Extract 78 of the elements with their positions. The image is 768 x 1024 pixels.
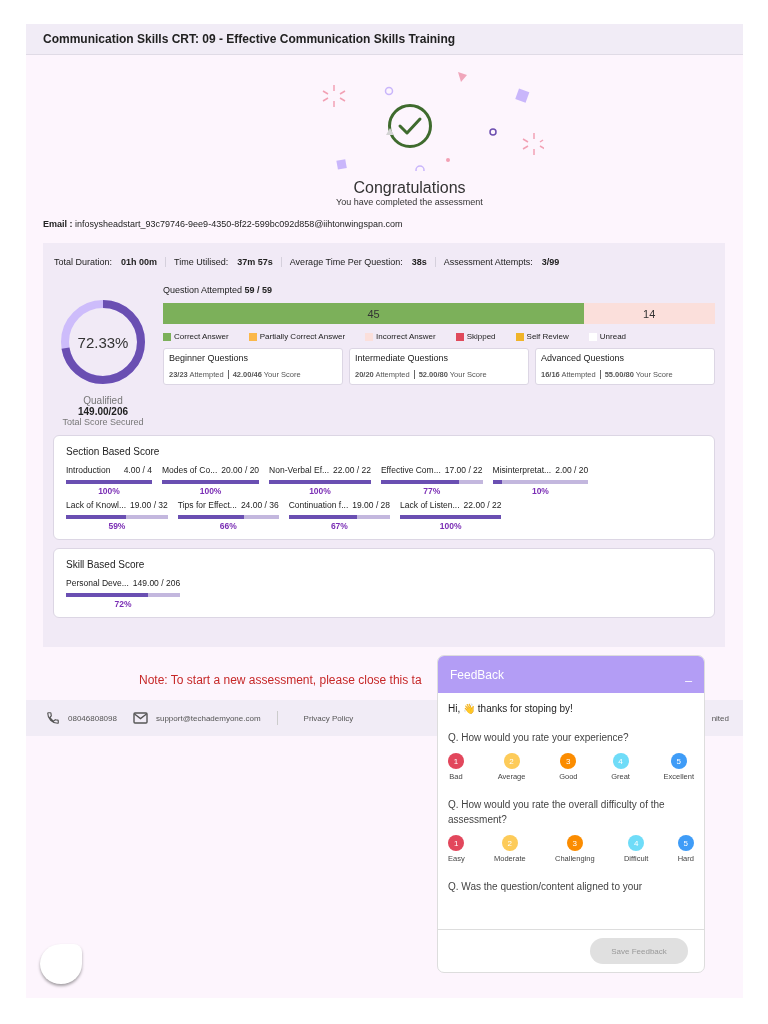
- section-name: Tips for Effect...: [177, 500, 237, 510]
- mail-icon: [132, 712, 148, 724]
- section-name: Introduction: [66, 465, 111, 475]
- email-address: infosysheadstart_93c79746-9ee9-4350-8f22-599bc092d858@iihtonwingspan.com: [75, 219, 403, 229]
- attempted-value: 59 / 59: [244, 285, 273, 295]
- greeting-text: thanks for stoping by!: [477, 703, 573, 714]
- privacy-policy-link[interactable]: Privacy Policy: [303, 713, 354, 723]
- qualified-status: Qualified: [83, 395, 123, 406]
- card-title: Skill Based Score: [66, 559, 146, 570]
- section-score: 4.00 / 4: [123, 465, 152, 475]
- section-score: 2.00 / 20: [555, 465, 589, 475]
- total-score: 149.00/206: [77, 406, 129, 417]
- section-name: Non-Verbal Ef...: [269, 465, 330, 475]
- level-title: Advanced Questions: [541, 353, 626, 363]
- section-name: Modes of Co...: [162, 465, 218, 475]
- section-name: Personal Deve...: [66, 578, 129, 588]
- section-percent: 67%: [329, 521, 349, 531]
- stat-label: Assessment Attempts:: [443, 257, 533, 267]
- stat-value: 37m 57s: [237, 257, 273, 267]
- section-percent: 72%: [113, 599, 133, 609]
- section-name: Effective Com...: [380, 465, 441, 475]
- stat-label: Average Time Per Question:: [289, 257, 403, 267]
- section-score: 19.00 / 32: [130, 500, 168, 510]
- stat-label: Total Duration:: [54, 257, 113, 267]
- attempted-label: Question Attempted: [163, 285, 243, 295]
- email-label: Email :: [43, 219, 73, 229]
- section-score: 149.00 / 206: [132, 578, 181, 588]
- section-score: 22.00 / 22: [333, 465, 371, 475]
- question-text: Q. How would you rate the overall difficulty of the assessment?: [448, 798, 666, 827]
- phone-icon: [46, 711, 60, 725]
- section-name: Lack of Listen...: [400, 500, 460, 510]
- section-percent: 100%: [198, 486, 223, 496]
- congratulations-heading: Congratulations: [353, 179, 466, 197]
- page-title: Communication Skills CRT: 09 - Effective Communication Skills Training: [43, 32, 456, 46]
- question-text: Q. How would you rate your experience?: [448, 731, 630, 745]
- section-score: 24.00 / 36: [240, 500, 279, 510]
- stat-label: Time Utilised:: [174, 257, 229, 267]
- correct-answers-fill: 45: [163, 303, 585, 324]
- stat-value: 01h 00m: [121, 257, 158, 267]
- greeting-text: Hi,: [448, 703, 461, 714]
- section-score: 19.00 / 28: [352, 500, 391, 510]
- section-name: Lack of Knowl...: [66, 500, 126, 510]
- wave-emoji: 👋: [463, 703, 475, 714]
- stat-value: 38s: [411, 257, 427, 267]
- legend-label: Skipped: [466, 332, 496, 341]
- section-score: 20.00 / 20: [221, 465, 260, 475]
- section-percent: 100%: [308, 486, 332, 496]
- note-text: Note: To start a new assessment, please close this ta: [139, 673, 422, 687]
- section-percent: 77%: [422, 486, 442, 496]
- section-name: Misinterpretat...: [492, 465, 552, 475]
- chat-button[interactable]: [40, 944, 82, 984]
- incorrect-answers-count: 14: [643, 307, 656, 320]
- question-text: Q. Was the question/content aligned to your: [448, 880, 644, 894]
- level-title: Beginner Questions: [169, 353, 250, 363]
- section-percent: 100%: [438, 521, 463, 531]
- stat-value: 3/99: [541, 257, 560, 267]
- phone-number: 08046808098: [68, 713, 117, 723]
- legend-label: Incorrect Answer: [376, 332, 436, 341]
- completion-message: You have completed the assessment: [336, 197, 483, 207]
- section-percent: 100%: [97, 486, 121, 496]
- check-icon: [386, 103, 433, 149]
- level-title: Intermediate Questions: [355, 353, 450, 363]
- total-score-caption: Total Score Secured: [62, 417, 144, 427]
- legend-label: Self Review: [526, 332, 569, 341]
- legend-label: Correct Answer: [174, 332, 229, 341]
- feedback-title: FeedBack: [450, 667, 505, 682]
- section-name: Continuation f...: [288, 500, 349, 510]
- section-percent: 10%: [530, 486, 550, 496]
- support-email: support@techademyone.com: [155, 713, 261, 723]
- section-percent: 59%: [107, 521, 127, 531]
- copyright-text: nited: [711, 713, 729, 723]
- section-score: 22.00 / 22: [463, 500, 502, 510]
- section-percent: 66%: [218, 521, 238, 531]
- legend-label: Partially Correct Answer: [259, 332, 346, 341]
- score-percent: 72.33%: [77, 333, 129, 351]
- section-score: 17.00 / 22: [444, 465, 483, 475]
- legend-label: Unread: [599, 332, 627, 341]
- card-title: Section Based Score: [66, 446, 161, 457]
